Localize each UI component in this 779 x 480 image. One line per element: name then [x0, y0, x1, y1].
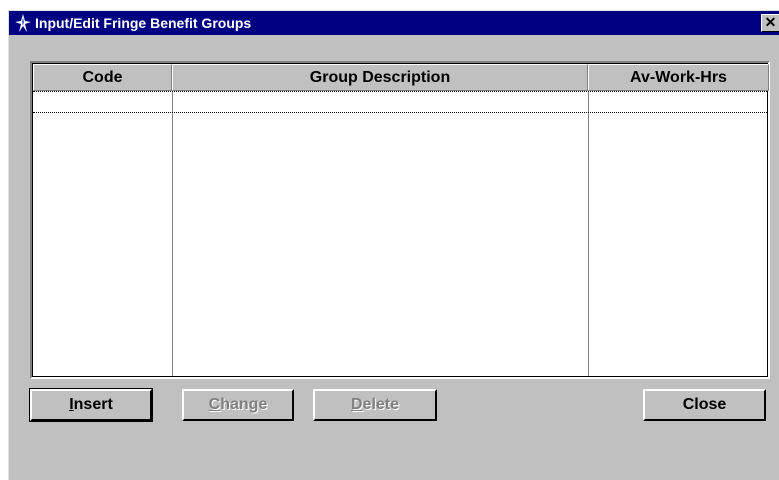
table-row[interactable]	[33, 91, 767, 113]
cell-group-description[interactable]	[174, 92, 586, 112]
delete-button[interactable]: Delete	[313, 389, 437, 421]
cell-av-work-hrs[interactable]	[590, 92, 767, 112]
delete-accel: D	[350, 396, 363, 413]
title-bar[interactable]: Input/Edit Fringe Benefit Groups ✕	[9, 11, 779, 35]
insert-button[interactable]: Insert	[29, 388, 153, 422]
insert-label: nsert	[73, 396, 113, 413]
column-header-group-description[interactable]: Group Description	[172, 64, 588, 91]
close-icon: ✕	[764, 14, 777, 30]
column-header-code[interactable]: Code	[33, 64, 172, 91]
dialog-window: Input/Edit Fringe Benefit Groups ✕ Code …	[8, 10, 779, 480]
column-divider	[588, 91, 589, 376]
cell-code[interactable]	[35, 92, 170, 112]
change-label: hange	[220, 396, 268, 413]
close-window-button[interactable]: ✕	[761, 14, 779, 32]
close-button[interactable]: Close	[643, 389, 766, 421]
app-icon	[15, 14, 31, 32]
window-title: Input/Edit Fringe Benefit Groups	[35, 15, 252, 31]
delete-label: elete	[362, 396, 400, 413]
column-header-av-work-hrs[interactable]: Av-Work-Hrs	[588, 64, 769, 91]
change-accel: C	[208, 396, 221, 413]
column-divider	[172, 91, 173, 376]
grid-body: Code Group Description Av-Work-Hrs	[32, 63, 769, 377]
change-button[interactable]: Change	[182, 389, 294, 421]
fringe-benefit-groups-grid[interactable]: Code Group Description Av-Work-Hrs	[30, 61, 770, 379]
